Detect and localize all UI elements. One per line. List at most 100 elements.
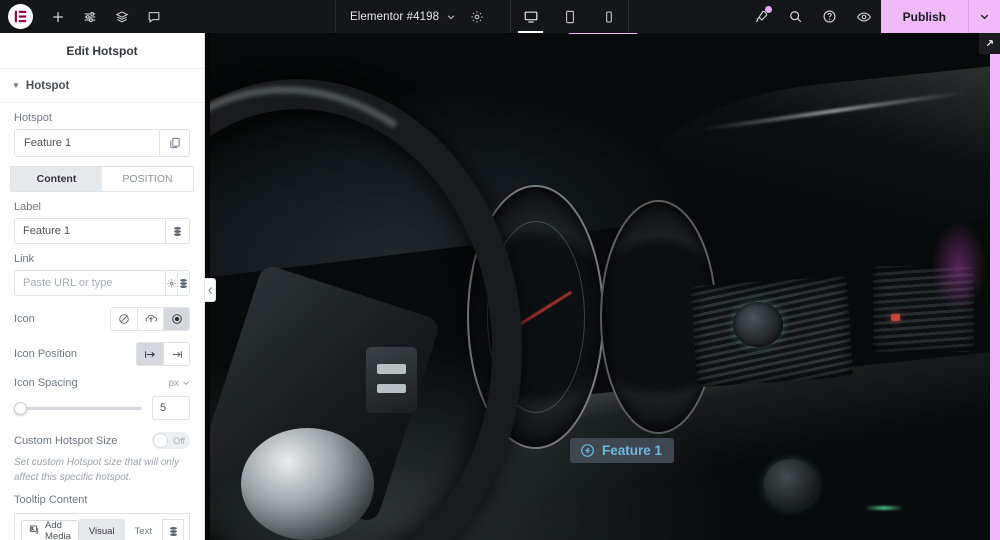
link-control-label: Link [14, 253, 35, 265]
preview-canvas: Feature 1 [205, 33, 1000, 540]
finder-search-icon[interactable] [779, 0, 813, 33]
steering-wheel-hub [241, 428, 374, 540]
editor-tab-text[interactable]: Text [125, 519, 162, 540]
navigator-icon[interactable] [107, 0, 137, 33]
custom-hotspot-size-toggle[interactable]: Off [152, 432, 190, 449]
add-media-button[interactable]: Add Media [21, 519, 79, 540]
editor-top-row: Add Media Visual Text [15, 514, 189, 540]
car-interior-image [210, 33, 990, 540]
notification-badge [764, 6, 772, 13]
publish-options-chevron-down-icon[interactable] [968, 0, 1000, 33]
panel-collapse-chevron-left-icon[interactable] [205, 278, 216, 302]
icon-control-label: Icon [14, 313, 35, 325]
icon-choice-group [110, 307, 190, 331]
console-knob [763, 458, 819, 510]
icon-position-end[interactable] [163, 343, 189, 365]
chevron-down-icon: ▼ [12, 81, 20, 90]
page-settings-icon[interactable] [75, 0, 105, 33]
editor-tab-visual[interactable]: Visual [78, 519, 125, 540]
custom-hotspot-size-control: Custom Hotspot Size Off [0, 432, 204, 449]
custom-hotspot-size-description-wrap: Set custom Hotspot size that will only a… [0, 456, 204, 485]
preview-changes-icon[interactable] [847, 0, 881, 33]
publish-button[interactable]: Publish [880, 0, 968, 33]
chevron-down-icon[interactable] [446, 12, 456, 22]
hotspot-repeater-control: Hotspot Feature 1 [0, 112, 204, 157]
link-control: Link [0, 253, 204, 296]
icon-spacing-label: Icon Spacing [14, 377, 78, 389]
hotspot-field-label: Hotspot [14, 112, 52, 124]
device-mobile[interactable] [589, 0, 628, 33]
custom-hotspot-size-description: Set custom Hotspot size that will only a… [14, 457, 180, 483]
custom-hotspot-size-label: Custom Hotspot Size [14, 434, 118, 447]
add-media-icon [29, 524, 40, 538]
toolbar-right-group: Publish [745, 0, 1000, 33]
wysiwyg-editor: Add Media Visual Text Paragraph B I U [14, 513, 190, 540]
console-led-strip [864, 505, 905, 510]
icon-library[interactable] [163, 308, 189, 330]
editor-panel: Edit Hotspot ▼ Hotspot Hotspot Feature 1… [0, 33, 205, 540]
label-control-label: Label [14, 201, 41, 213]
device-desktop[interactable] [511, 0, 550, 33]
publish-group: Publish [880, 0, 1000, 33]
label-input-wrap [14, 218, 190, 244]
duplicate-icon[interactable] [159, 130, 189, 156]
page-title: Edit Hotspot [66, 43, 138, 58]
icon-spacing-header: Icon Spacing px [14, 377, 190, 389]
ambient-light [931, 220, 987, 312]
icon-spacing-unit-selector[interactable]: px [168, 378, 190, 389]
top-toolbar: Elementor #4198 Publish [0, 0, 1000, 33]
link-input-wrap [14, 270, 190, 296]
elementor-logo-icon[interactable] [8, 4, 33, 29]
add-element-icon[interactable] [43, 0, 73, 33]
elementor-editor: Elementor #4198 Publish Edit Hotspot ▼ H… [0, 0, 1000, 540]
toggle-state: Off [173, 435, 185, 446]
device-tablet[interactable] [550, 0, 589, 33]
dynamic-tags-icon[interactable] [177, 271, 189, 295]
tooltip-content-control: Tooltip Content [0, 494, 204, 506]
icon-spacing-slider[interactable] [14, 401, 142, 415]
slider-track [14, 406, 142, 410]
arrow-circle-left-icon [580, 443, 595, 458]
panel-header: Edit Hotspot [0, 33, 204, 69]
expand-arrow-icon[interactable] [979, 33, 1000, 54]
icon-control: Icon [0, 307, 204, 331]
icon-spacing-unit: px [168, 377, 179, 389]
tab-content[interactable]: Content [11, 167, 102, 191]
label-control: Label [0, 201, 204, 244]
link-input[interactable] [15, 271, 165, 295]
link-options-gear-icon[interactable] [165, 271, 177, 295]
icon-position-label: Icon Position [14, 348, 77, 360]
warning-light [891, 314, 901, 322]
steering-wheel-buttons [366, 347, 417, 414]
canvas-right-edge [990, 33, 1000, 540]
hotspot-marker[interactable]: Feature 1 [570, 438, 675, 463]
toolbar-left-group [0, 0, 169, 33]
tooltip-content-label: Tooltip Content [14, 494, 88, 506]
gear-icon[interactable] [470, 10, 484, 24]
icon-position-start[interactable] [137, 343, 163, 365]
section-title: Hotspot [25, 80, 70, 92]
repeater-item-title: Feature 1 [24, 137, 72, 149]
section-hotspot-header[interactable]: ▼ Hotspot [0, 69, 204, 103]
icon-position-choice-group [136, 342, 190, 366]
dynamic-tags-icon[interactable] [162, 519, 185, 540]
help-icon[interactable] [813, 0, 847, 33]
document-title: Elementor #4198 [350, 10, 440, 23]
dynamic-tags-icon[interactable] [165, 219, 189, 243]
document-title-group: Elementor #4198 [335, 0, 484, 33]
repeater-tabs: Content POSITION [10, 166, 194, 192]
tab-position[interactable]: POSITION [102, 167, 193, 191]
icon-none[interactable] [111, 308, 137, 330]
comments-icon[interactable] [139, 0, 169, 33]
add-media-label: Add Media [45, 519, 71, 540]
icon-spacing-slider-row: 5 [14, 396, 190, 420]
preview-frame: Feature 1 [210, 33, 990, 540]
icon-upload-svg[interactable] [137, 308, 163, 330]
apps-icon[interactable] [745, 0, 779, 33]
repeater-item[interactable]: Feature 1 [14, 129, 190, 157]
label-input[interactable] [15, 219, 165, 243]
icon-spacing-value[interactable]: 5 [152, 396, 190, 420]
icon-spacing-control: Icon Spacing px 5 [0, 377, 204, 420]
icon-position-control: Icon Position [0, 342, 204, 366]
slider-thumb[interactable] [14, 402, 27, 415]
